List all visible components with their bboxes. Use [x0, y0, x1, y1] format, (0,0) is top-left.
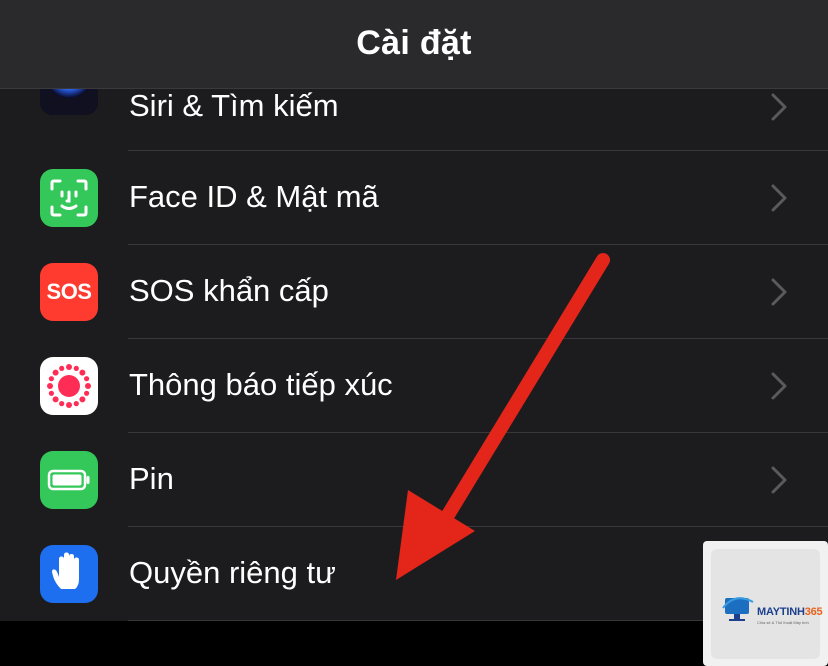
siri-label: Siri & Tìm kiếm [129, 88, 339, 123]
chevron-right-icon [771, 466, 787, 494]
settings-screen: Cài đặt Siri & Tìm kiếm Face ID & Mật mã… [0, 0, 828, 666]
watermark-card: MAYTINH365 Chia sẻ & Thủ thuật Máy tính [711, 549, 823, 659]
battery-icon [40, 451, 98, 509]
privacy-label: Quyền riêng tư [129, 555, 336, 590]
privacy-hand-icon [40, 545, 98, 603]
watermark-brand: MAYTINH365 [757, 606, 823, 618]
navigation-bar: Cài đặt [0, 0, 828, 89]
battery-label: Pin [129, 461, 174, 496]
sos-icon-text: SOS [46, 279, 92, 304]
watermark-tagline: Chia sẻ & Thủ thuật Máy tính [757, 620, 809, 625]
sos-icon: SOS [40, 263, 98, 321]
page-title: Cài đặt [356, 24, 472, 62]
settings-row-exposure-notifications[interactable]: Thông báo tiếp xúc [0, 339, 828, 433]
sos-label: SOS khẩn cấp [129, 273, 329, 308]
settings-row-sos[interactable]: SOS SOS khẩn cấp [0, 245, 828, 339]
chevron-right-icon [771, 278, 787, 306]
monitor-logo-icon [722, 597, 754, 621]
chevron-right-icon [771, 372, 787, 400]
settings-row-battery[interactable]: Pin [0, 433, 828, 527]
chevron-right-icon [771, 93, 787, 121]
settings-row-face-id[interactable]: Face ID & Mật mã [0, 151, 828, 245]
face-id-icon [40, 169, 98, 227]
watermark-brand-main: MAYTINH [757, 606, 805, 618]
watermark-brand-number: 365 [804, 606, 823, 618]
settings-list: Siri & Tìm kiếm Face ID & Mật mã SOS SOS… [0, 57, 828, 621]
exposure-notifications-label: Thông báo tiếp xúc [129, 367, 393, 402]
watermark-logo: MAYTINH365 Chia sẻ & Thủ thuật Máy tính [703, 541, 828, 666]
exposure-notification-icon [40, 357, 98, 415]
face-id-label: Face ID & Mật mã [129, 179, 379, 214]
chevron-right-icon [771, 184, 787, 212]
